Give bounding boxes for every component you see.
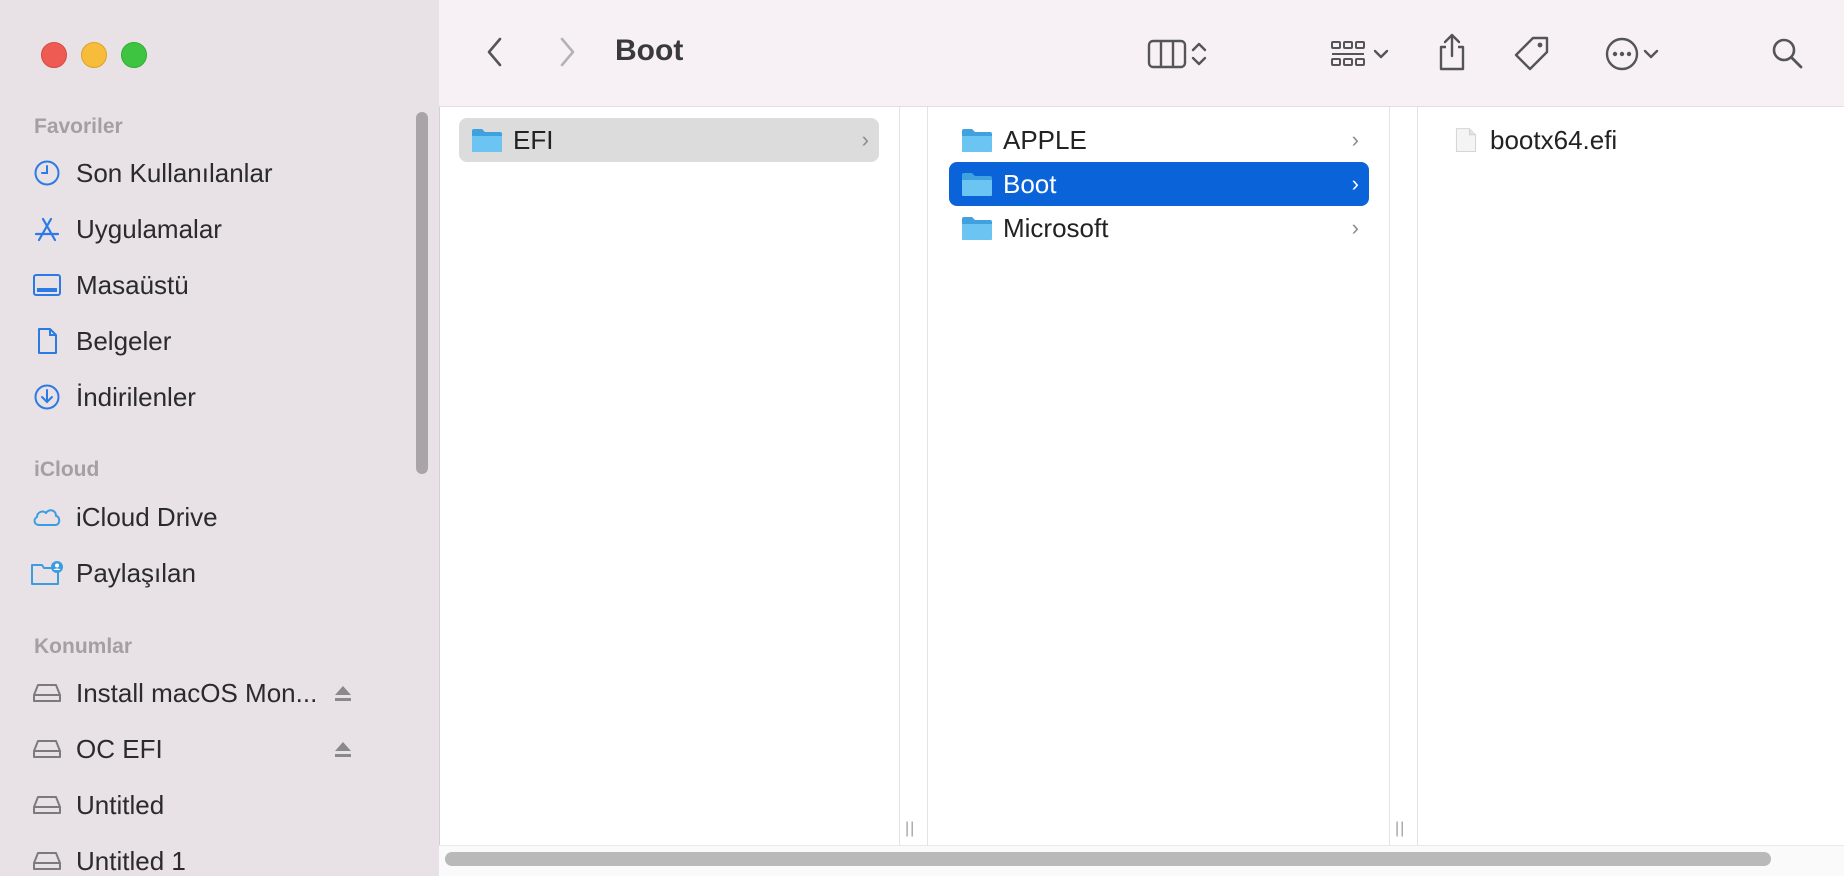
columns-view-icon — [1147, 39, 1187, 69]
sidebar-item-label: İndirilenler — [76, 381, 196, 412]
column-3-item-bootx64[interactable]: bootx64.efi — [1440, 118, 1820, 162]
folder-icon — [472, 129, 502, 152]
folder-icon — [962, 173, 992, 196]
item-label: Boot — [1003, 168, 1057, 199]
sidebar-scrollbar[interactable] — [416, 112, 428, 474]
item-label: Microsoft — [1003, 212, 1109, 243]
folder-icon — [962, 217, 992, 240]
section-header-favorites: Favoriler — [34, 115, 123, 138]
sidebar-item-recents[interactable]: Son Kullanılanlar — [30, 150, 410, 196]
sidebar-item-documents[interactable]: Belgeler — [30, 318, 410, 364]
group-button[interactable] — [1320, 34, 1400, 74]
sidebar-item-icloud-drive[interactable]: iCloud Drive — [30, 494, 410, 540]
view-mode-button[interactable] — [1138, 34, 1218, 74]
chevron-right-icon: › — [1351, 215, 1359, 240]
applications-icon — [30, 212, 64, 246]
sidebar-item-label: Masaüstü — [76, 269, 189, 300]
disk-icon — [30, 732, 64, 766]
item-label: bootx64.efi — [1490, 124, 1618, 155]
sidebar-item-label: Install macOS Mon... — [76, 677, 318, 708]
clock-icon — [30, 156, 64, 190]
chevron-right-icon — [560, 37, 575, 67]
item-label: EFI — [513, 124, 554, 155]
section-header-locations: Konumlar — [34, 635, 133, 658]
sidebar: Favoriler Son Kullanılanlar Uygulamalar … — [0, 0, 440, 876]
search-button[interactable] — [1766, 32, 1808, 74]
desktop-icon — [30, 268, 64, 302]
share-icon — [1439, 33, 1465, 71]
disk-icon — [30, 676, 64, 710]
sidebar-item-applications[interactable]: Uygulamalar — [30, 206, 410, 252]
sidebar-item-label: Untitled — [76, 789, 165, 820]
chevron-left-icon — [487, 37, 502, 67]
eject-icon[interactable] — [332, 738, 354, 760]
zoom-button[interactable] — [121, 42, 147, 68]
item-label: APPLE — [1003, 124, 1087, 155]
sidebar-item-install-macos[interactable]: Install macOS Mon... — [30, 670, 410, 716]
chevron-right-icon: › — [1351, 127, 1359, 152]
share-button[interactable] — [1432, 28, 1472, 76]
sidebar-item-label: Untitled 1 — [76, 845, 186, 876]
chevron-right-icon: › — [1351, 171, 1359, 196]
column-1-item-efi[interactable]: EFI › — [459, 118, 879, 162]
column-2-item-boot[interactable]: Boot › — [949, 162, 1369, 206]
file-icon — [1455, 128, 1477, 152]
sidebar-item-label: Paylaşılan — [76, 557, 196, 588]
column-divider — [899, 107, 900, 845]
forward-button[interactable] — [550, 32, 584, 72]
sidebar-item-label: Uygulamalar — [76, 213, 222, 244]
column-divider — [1417, 107, 1418, 845]
column-divider — [927, 107, 928, 845]
chevron-down-icon — [1643, 49, 1659, 59]
tag-icon — [1514, 36, 1549, 71]
sidebar-item-downloads[interactable]: İndirilenler — [30, 374, 410, 420]
folder-icon — [962, 129, 992, 152]
column-2-item-microsoft[interactable]: Microsoft › — [949, 206, 1369, 250]
back-button[interactable] — [478, 32, 512, 72]
minimize-button[interactable] — [81, 42, 107, 68]
sidebar-item-oc-efi[interactable]: OC EFI — [30, 726, 410, 772]
chevron-down-icon — [1373, 49, 1389, 59]
column-divider — [1389, 107, 1390, 845]
eject-icon[interactable] — [332, 682, 354, 704]
disk-icon — [30, 844, 64, 876]
sidebar-item-desktop[interactable]: Masaüstü — [30, 262, 410, 308]
sidebar-item-untitled-1[interactable]: Untitled 1 — [30, 838, 410, 876]
search-icon — [1772, 38, 1803, 69]
sidebar-item-label: iCloud Drive — [76, 501, 218, 532]
sidebar-item-label: OC EFI — [76, 733, 163, 764]
column-resize-handle[interactable]: || — [1395, 820, 1405, 838]
download-icon — [30, 380, 64, 414]
horizontal-scrollbar[interactable] — [445, 852, 1771, 866]
chevron-right-icon: › — [861, 127, 869, 152]
shared-folder-icon — [30, 556, 64, 590]
column-resize-handle[interactable]: || — [905, 820, 915, 838]
ellipsis-circle-icon — [1605, 37, 1639, 71]
sidebar-item-label: Belgeler — [76, 325, 172, 356]
chevron-updown-icon — [1191, 42, 1207, 66]
disk-icon — [30, 788, 64, 822]
tag-button[interactable] — [1510, 32, 1554, 76]
finder-window: Favoriler Son Kullanılanlar Uygulamalar … — [0, 0, 1844, 876]
window-title: Boot — [615, 34, 684, 67]
cloud-icon — [30, 500, 64, 534]
document-icon — [30, 324, 64, 358]
more-actions-button[interactable] — [1594, 32, 1670, 76]
column-2-item-apple[interactable]: APPLE › — [949, 118, 1369, 162]
sidebar-item-shared[interactable]: Paylaşılan — [30, 550, 410, 596]
sidebar-item-label: Son Kullanılanlar — [76, 157, 273, 188]
group-grid-icon — [1331, 41, 1365, 66]
section-header-icloud: iCloud — [34, 458, 100, 481]
close-button[interactable] — [41, 42, 67, 68]
sidebar-item-untitled[interactable]: Untitled — [30, 782, 410, 828]
